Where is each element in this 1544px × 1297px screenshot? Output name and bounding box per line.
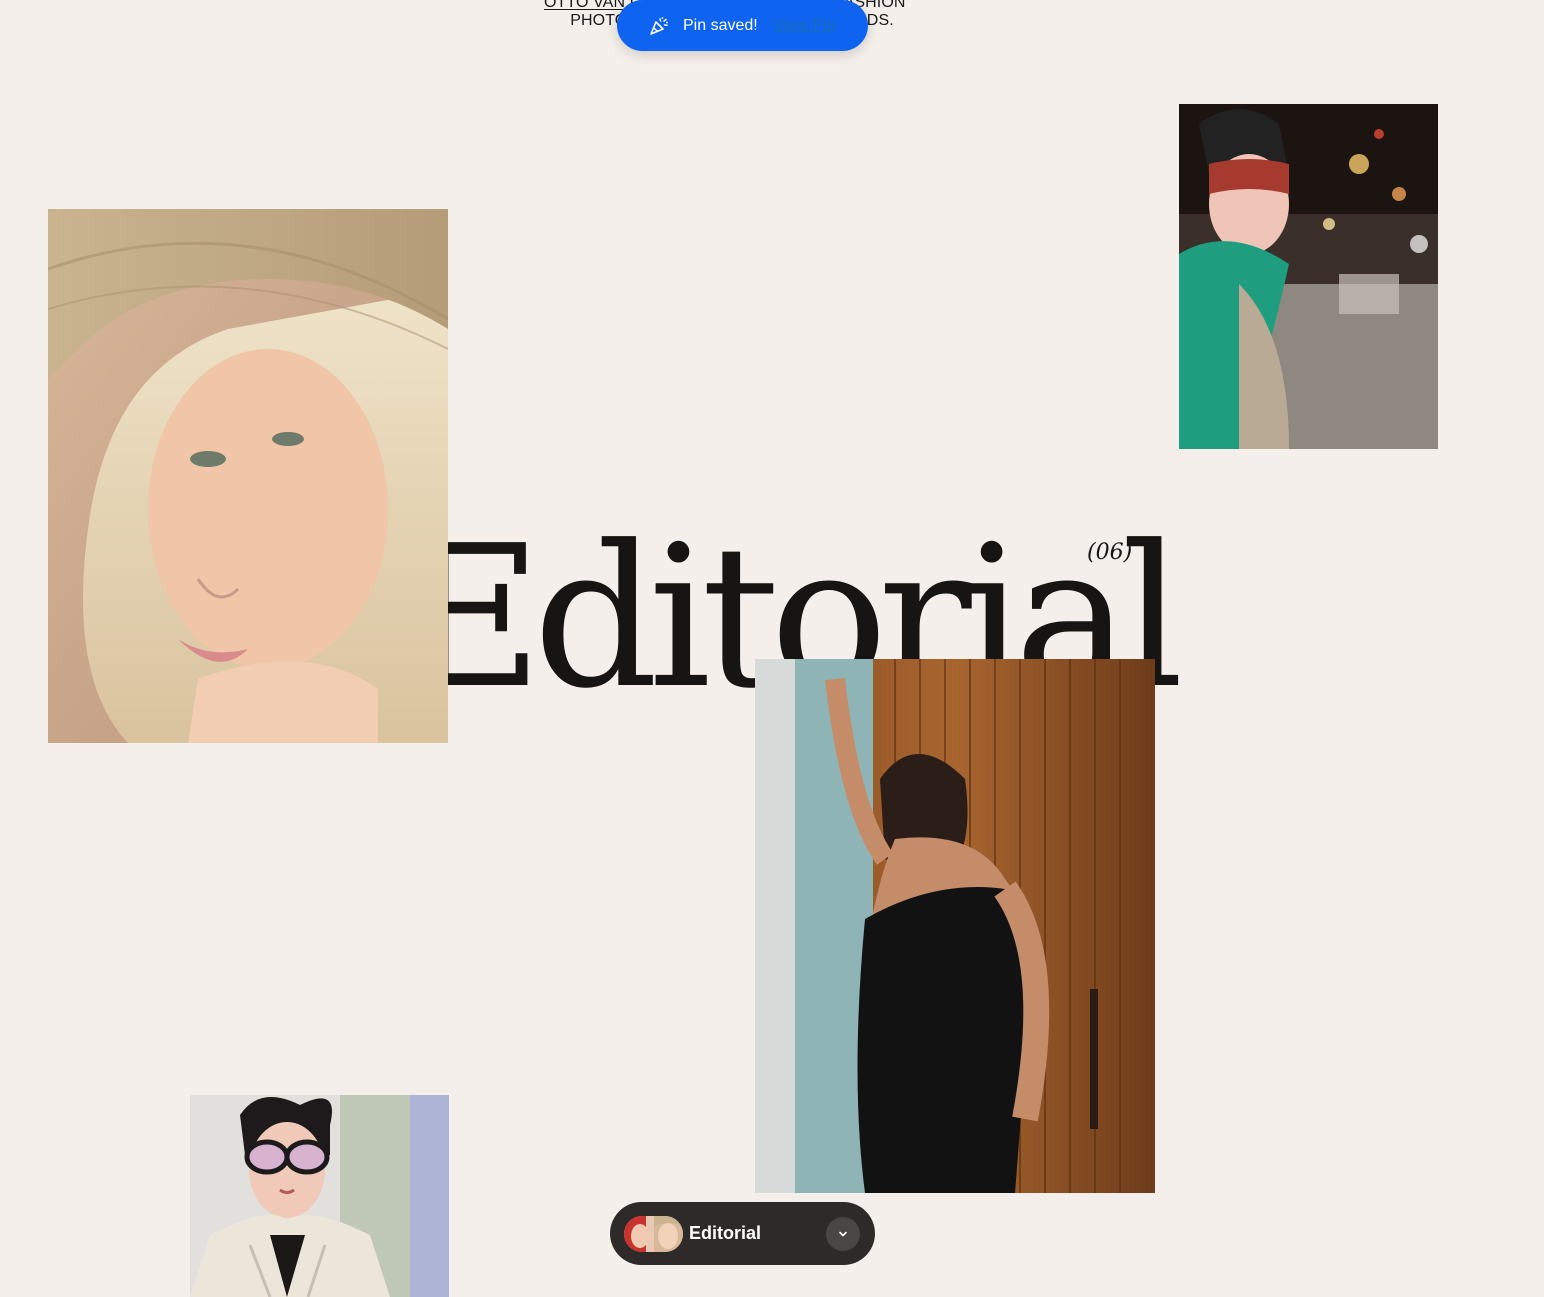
- chevron-down-icon[interactable]: [826, 1216, 860, 1251]
- pin-saved-toast: Pin saved! View Pin: [617, 0, 868, 51]
- view-pin-link[interactable]: View Pin: [774, 17, 836, 35]
- photo-green-ruffles[interactable]: [1179, 104, 1438, 449]
- toast-message: Pin saved!: [683, 16, 758, 34]
- item-count: (06): [1087, 540, 1133, 565]
- photo-straw-hat[interactable]: [48, 209, 448, 743]
- board-selector[interactable]: Editorial: [610, 1202, 875, 1265]
- photo-black-dress[interactable]: [755, 659, 1155, 1193]
- board-name: Editorial: [689, 1223, 762, 1243]
- party-popper-icon: [649, 16, 669, 36]
- board-thumbnail: [624, 1215, 683, 1252]
- photo-glasses[interactable]: [190, 1095, 449, 1297]
